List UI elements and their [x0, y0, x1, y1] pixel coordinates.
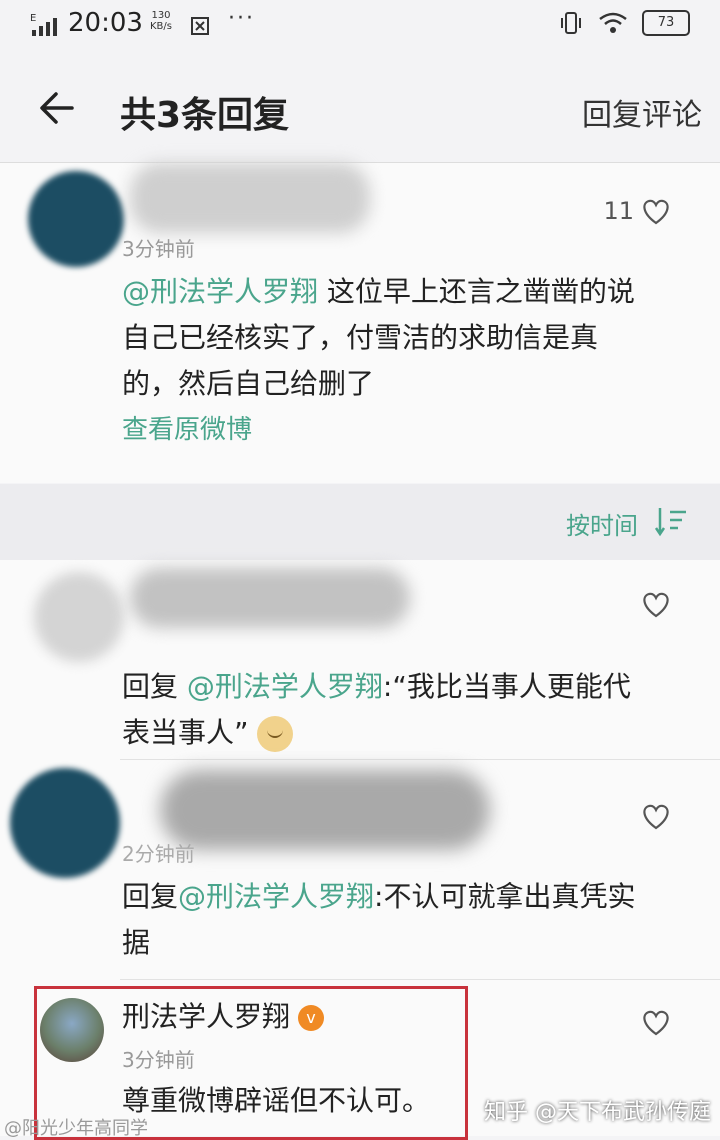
sim-icon: [191, 17, 209, 35]
mention-link[interactable]: @刑法学人罗翔: [187, 670, 383, 703]
reply-time: 2分钟前: [122, 842, 195, 866]
sort-bar: 按时间: [0, 484, 720, 560]
username-redacted: [160, 770, 490, 850]
like-button[interactable]: [640, 1008, 672, 1036]
reply-text: 回复@刑法学人罗翔:不认可就拿出真凭实 据: [122, 874, 682, 966]
more-status-icon: ···: [228, 6, 255, 31]
comment-time: 3分钟前: [122, 237, 195, 261]
battery-indicator: 73: [642, 10, 690, 36]
avatar: [28, 171, 124, 267]
reply-item: 回复 @刑法学人罗翔:“我比当事人更能代 表当事人”: [0, 560, 720, 760]
comment-text-line: 自己已经核实了，付雪洁的求助信是真: [122, 321, 599, 354]
page-title: 共3条回复: [120, 95, 290, 136]
sort-icon[interactable]: [654, 504, 690, 538]
username-redacted: [130, 163, 370, 233]
heart-icon: [643, 199, 669, 225]
reply-text: 回复 @刑法学人罗翔:“我比当事人更能代 表当事人”: [122, 664, 682, 756]
vibrate-icon: [561, 12, 581, 34]
avatar[interactable]: [40, 998, 104, 1062]
doge-emoji-icon: [257, 716, 294, 752]
verified-badge-icon: v: [298, 1005, 325, 1031]
like-button[interactable]: [640, 802, 672, 830]
back-arrow-icon[interactable]: [38, 88, 78, 128]
network-speed-value: 130: [151, 10, 171, 21]
mention-link[interactable]: @刑法学人罗翔: [122, 275, 318, 308]
network-speed-unit: KB/s: [150, 21, 172, 32]
reply-comment-button[interactable]: 回复评论: [582, 90, 702, 134]
heart-icon: [643, 1010, 669, 1036]
reply-text-line: :不认可就拿出真凭实: [374, 880, 636, 913]
comment-text-line: 这位早上还言之凿凿的说: [318, 275, 635, 308]
reply-text-line: 表当事人”: [122, 716, 249, 749]
like-button[interactable]: 11: [603, 197, 672, 225]
reply-text: 尊重微博辟谣但不认可。: [122, 1084, 431, 1117]
signal-icon: E: [30, 13, 57, 36]
heart-icon: [643, 592, 669, 618]
wifi-icon: [599, 12, 627, 33]
like-count: 11: [603, 197, 634, 225]
sort-by-time-button[interactable]: 按时间: [566, 506, 638, 541]
avatar: [34, 572, 124, 662]
username-redacted: [130, 568, 410, 628]
like-button[interactable]: [640, 590, 672, 618]
watermark-right: 知乎 @天下布武孙传庭: [484, 1100, 711, 1125]
network-speed: 130 KB/s: [150, 10, 172, 32]
status-bar: E 20:03 130 KB/s ··· 73: [0, 0, 720, 52]
reply-item: 2分钟前 回复@刑法学人罗翔:不认可就拿出真凭实 据: [0, 760, 720, 980]
reply-text-line: 据: [122, 926, 151, 959]
avatar: [10, 768, 120, 878]
view-original-link[interactable]: 查看原微博: [122, 407, 252, 453]
reply-username[interactable]: 刑法学人罗翔 v: [122, 994, 325, 1040]
watermark-left: @阳光少年高同学: [4, 1118, 148, 1139]
status-time: 20:03: [68, 8, 143, 38]
main-comment-card: 3分钟前 11 @刑法学人罗翔 这位早上还言之凿凿的说 自己已经核实了，付雪洁的…: [0, 163, 720, 483]
reply-prefix: 回复: [122, 880, 179, 913]
reply-time: 3分钟前: [122, 1048, 195, 1072]
app-bar: 共3条回复 回复评论: [0, 52, 720, 163]
reply-prefix: 回复: [122, 670, 187, 703]
mention-link[interactable]: @刑法学人罗翔: [178, 880, 374, 913]
reply-text-line: :“我比当事人更能代: [382, 670, 631, 703]
comment-text: @刑法学人罗翔 这位早上还言之凿凿的说 自己已经核实了，付雪洁的求助信是真 的，…: [122, 269, 682, 407]
status-right: 73: [558, 10, 690, 36]
heart-icon: [643, 804, 669, 830]
comment-text-line: 的，然后自己给删了: [122, 367, 375, 400]
username: 刑法学人罗翔: [122, 1000, 291, 1033]
svg-text:E: E: [30, 13, 36, 24]
